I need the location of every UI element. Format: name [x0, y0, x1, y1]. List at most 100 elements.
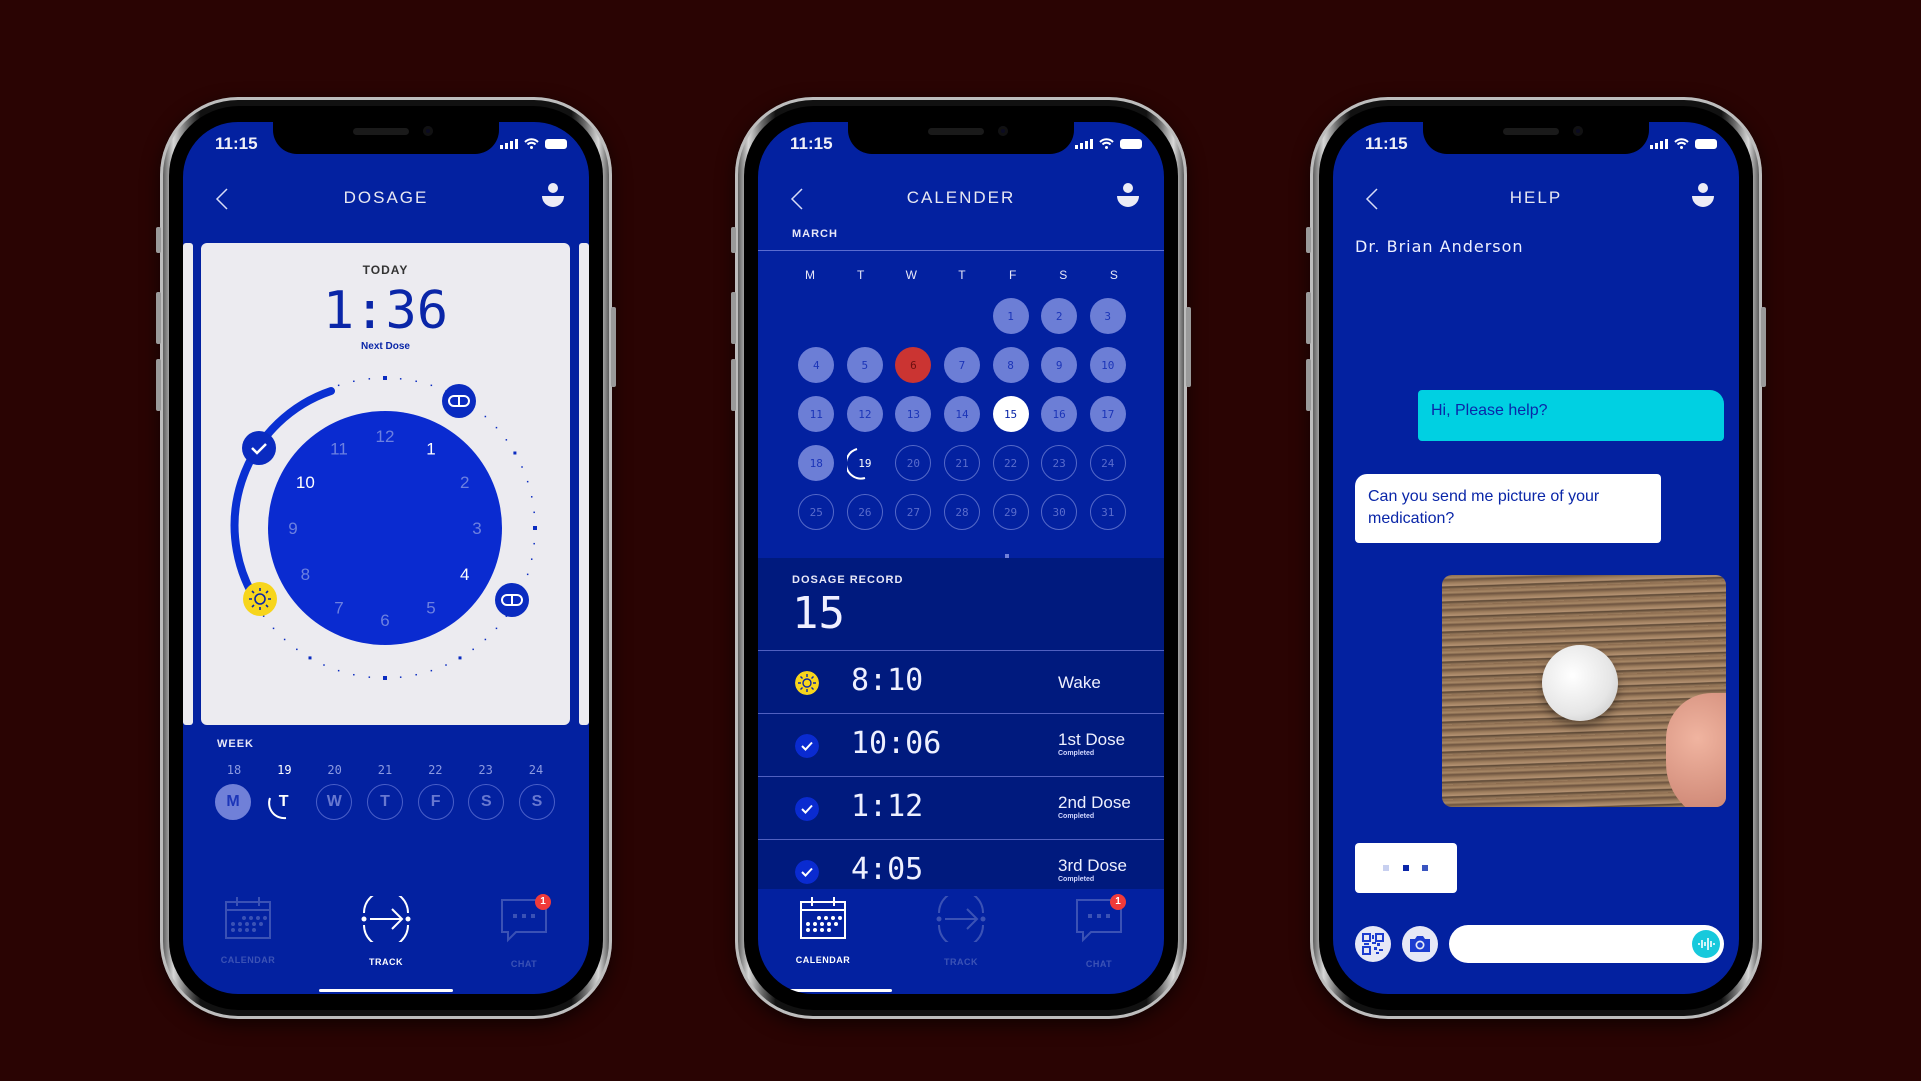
- dial-number: 1: [426, 439, 435, 458]
- dial-tick: [505, 439, 508, 441]
- calendar-day[interactable]: 22: [992, 445, 1029, 481]
- mute-switch: [1306, 227, 1311, 253]
- camera-button[interactable]: [1402, 926, 1438, 962]
- month-label: MARCH: [792, 228, 838, 240]
- tab-calendar[interactable]: CALENDAR: [193, 896, 303, 965]
- dial-number: 3: [472, 519, 481, 538]
- week-day-button[interactable]: S: [518, 784, 555, 820]
- power-button: [611, 307, 616, 387]
- tab-label: TRACK: [944, 957, 978, 967]
- calendar-day[interactable]: 28: [943, 494, 980, 530]
- calendar-day[interactable]: 8: [992, 347, 1029, 383]
- calendar-day[interactable]: 16: [1041, 396, 1078, 432]
- message-input[interactable]: [1449, 925, 1724, 963]
- week-day-button[interactable]: W: [316, 784, 353, 820]
- calendar-day-number: 13: [906, 407, 921, 421]
- week-day-button[interactable]: F: [417, 784, 454, 820]
- calendar-day[interactable]: 25: [798, 494, 835, 530]
- calendar-day-number: 18: [809, 456, 823, 470]
- tab-track[interactable]: TRACK: [331, 890, 441, 967]
- week-label: WEEK: [217, 738, 254, 750]
- week-date: 18: [226, 763, 242, 777]
- calendar-day[interactable]: 29: [992, 494, 1029, 530]
- camera-icon: [1410, 936, 1430, 952]
- calendar-day[interactable]: 4: [798, 347, 835, 383]
- calendar-icon: [800, 897, 846, 939]
- nav-bar: HELP: [1333, 174, 1739, 224]
- record-row[interactable]: 10:06 1st Dose Completed: [758, 713, 1164, 776]
- calendar-day[interactable]: 3: [1089, 298, 1126, 334]
- calendar-day-number: 11: [809, 407, 823, 421]
- qr-code-icon: [1362, 933, 1384, 955]
- calendar-day-number: 29: [1003, 505, 1018, 519]
- calendar-screen: 11:15 CALENDER MARCH M T W T F S S 12345…: [758, 122, 1164, 994]
- calendar-day-number: 5: [861, 358, 869, 372]
- calendar-day[interactable]: 5: [846, 347, 883, 383]
- record-label: DOSAGE RECORD: [792, 574, 904, 586]
- calendar-day[interactable]: 26: [846, 494, 883, 530]
- calendar-day[interactable]: 27: [895, 494, 932, 530]
- calendar-day-missed[interactable]: 6: [895, 347, 932, 383]
- tab-calendar[interactable]: CALENDAR: [768, 896, 878, 965]
- tab-chat[interactable]: CHAT: [469, 896, 579, 969]
- calendar-day[interactable]: 21: [943, 445, 980, 481]
- calendar-day[interactable]: 31: [1089, 494, 1126, 530]
- calendar-day[interactable]: 14: [943, 396, 980, 432]
- calendar-day-number: 23: [1052, 456, 1066, 470]
- calendar-day[interactable]: 9: [1041, 347, 1078, 383]
- calendar-day[interactable]: 30: [1041, 494, 1078, 530]
- qr-button[interactable]: [1355, 926, 1391, 962]
- sun-icon: [795, 671, 819, 695]
- calendar-day-selected[interactable]: 15: [992, 396, 1029, 432]
- record-row[interactable]: 1:12 2nd Dose Completed: [758, 776, 1164, 839]
- tab-bar: CALENDAR TRACK CHAT 1: [758, 874, 1164, 994]
- next-card-peek: [579, 243, 589, 725]
- calendar-day[interactable]: 24: [1089, 445, 1126, 481]
- tab-chat[interactable]: CHAT: [1044, 896, 1154, 969]
- dial-tick: [513, 451, 517, 455]
- calendar-day-number: 25: [809, 505, 823, 519]
- calendar-day[interactable]: 2: [1041, 298, 1078, 334]
- user-icon[interactable]: [541, 182, 565, 210]
- week-day-button[interactable]: S: [468, 784, 505, 820]
- calendar-day[interactable]: 7: [943, 347, 980, 383]
- pill-icon[interactable]: [495, 583, 529, 617]
- volume-up: [731, 292, 736, 344]
- calendar-day[interactable]: 10: [1089, 347, 1126, 383]
- week-day-button[interactable]: T: [366, 784, 403, 820]
- calendar-day-number: 3: [1104, 309, 1112, 323]
- voice-button[interactable]: [1692, 930, 1720, 958]
- calendar-day-number: 27: [906, 505, 921, 519]
- dial-tick: [526, 480, 529, 483]
- user-icon[interactable]: [1691, 182, 1715, 210]
- user-icon[interactable]: [1116, 182, 1140, 210]
- calendar-day[interactable]: 17: [1089, 396, 1126, 432]
- pill-icon[interactable]: [442, 384, 476, 418]
- page-title: DOSAGE: [343, 188, 429, 207]
- week-day-button[interactable]: M: [215, 784, 251, 820]
- signal-icon: [1075, 139, 1093, 149]
- notch: [1423, 122, 1649, 154]
- week-day-button-current[interactable]: T: [266, 784, 302, 820]
- calendar-day[interactable]: 12: [846, 396, 883, 432]
- calendar-day[interactable]: 1: [992, 298, 1029, 334]
- weekday-label: T: [958, 268, 966, 282]
- battery-icon: [545, 139, 567, 149]
- calendar-day[interactable]: 13: [895, 396, 932, 432]
- medication-photo[interactable]: [1442, 575, 1726, 807]
- calendar-day[interactable]: 18: [798, 445, 835, 481]
- record-row[interactable]: 8:10 Wake: [758, 650, 1164, 713]
- page-title: CALENDER: [906, 188, 1016, 207]
- week-date: 24: [528, 763, 544, 777]
- tab-track[interactable]: TRACK: [906, 890, 1016, 967]
- mute-switch: [731, 227, 736, 253]
- calendar-day[interactable]: 23: [1041, 445, 1078, 481]
- calendar-day[interactable]: 11: [798, 396, 835, 432]
- dose-clock-dial[interactable]: 121234567891011: [201, 243, 570, 725]
- record-label: 3rd Dose: [1058, 856, 1127, 875]
- dial-tick: [495, 627, 498, 630]
- calendar-day-today[interactable]: 19: [846, 445, 883, 481]
- tab-bar: CALENDAR TRACK CHAT 1: [183, 874, 589, 994]
- dial-tick: [533, 542, 535, 545]
- calendar-day[interactable]: 20: [895, 445, 932, 481]
